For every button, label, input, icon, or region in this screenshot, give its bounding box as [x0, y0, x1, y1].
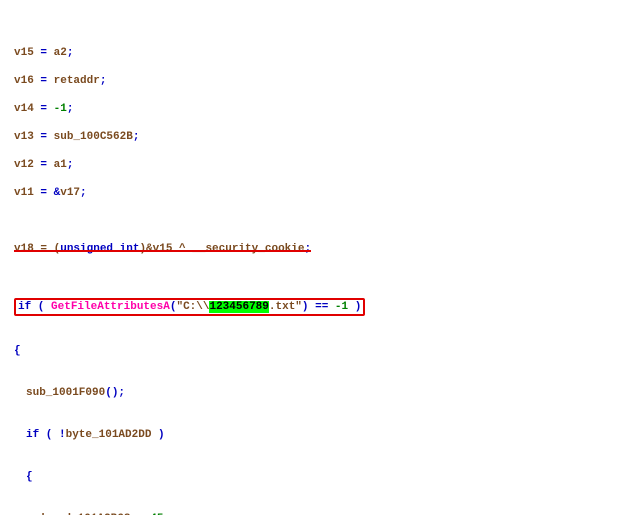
code-line: v15 = a2;	[4, 46, 640, 60]
code-line: v11 = &v17;	[4, 186, 640, 200]
code-line: v12 = a1;	[4, 158, 640, 172]
highlighted-number: 123456789	[209, 301, 268, 313]
code-line: sub_1001F090();	[4, 386, 640, 400]
function-call: GetFileAttributesA	[51, 301, 170, 313]
code-line: v16 = retaddr;	[4, 74, 640, 88]
decompiler-code: v15 = a2; v16 = retaddr; v14 = -1; v13 =…	[0, 0, 640, 515]
inner-if: if ( !byte_101AD2DD )	[4, 428, 640, 442]
highlighted-if-line: if ( GetFileAttributesA("C:\\123456789.t…	[4, 298, 640, 316]
open-brace: {	[4, 344, 640, 358]
code-line: v13 = sub_100C562B;	[4, 130, 640, 144]
open-brace: {	[4, 470, 640, 484]
struck-line: v18 = (unsigned int)&v15 ^ __security_co…	[4, 242, 640, 256]
code-line: v14 = -1;	[4, 102, 640, 116]
